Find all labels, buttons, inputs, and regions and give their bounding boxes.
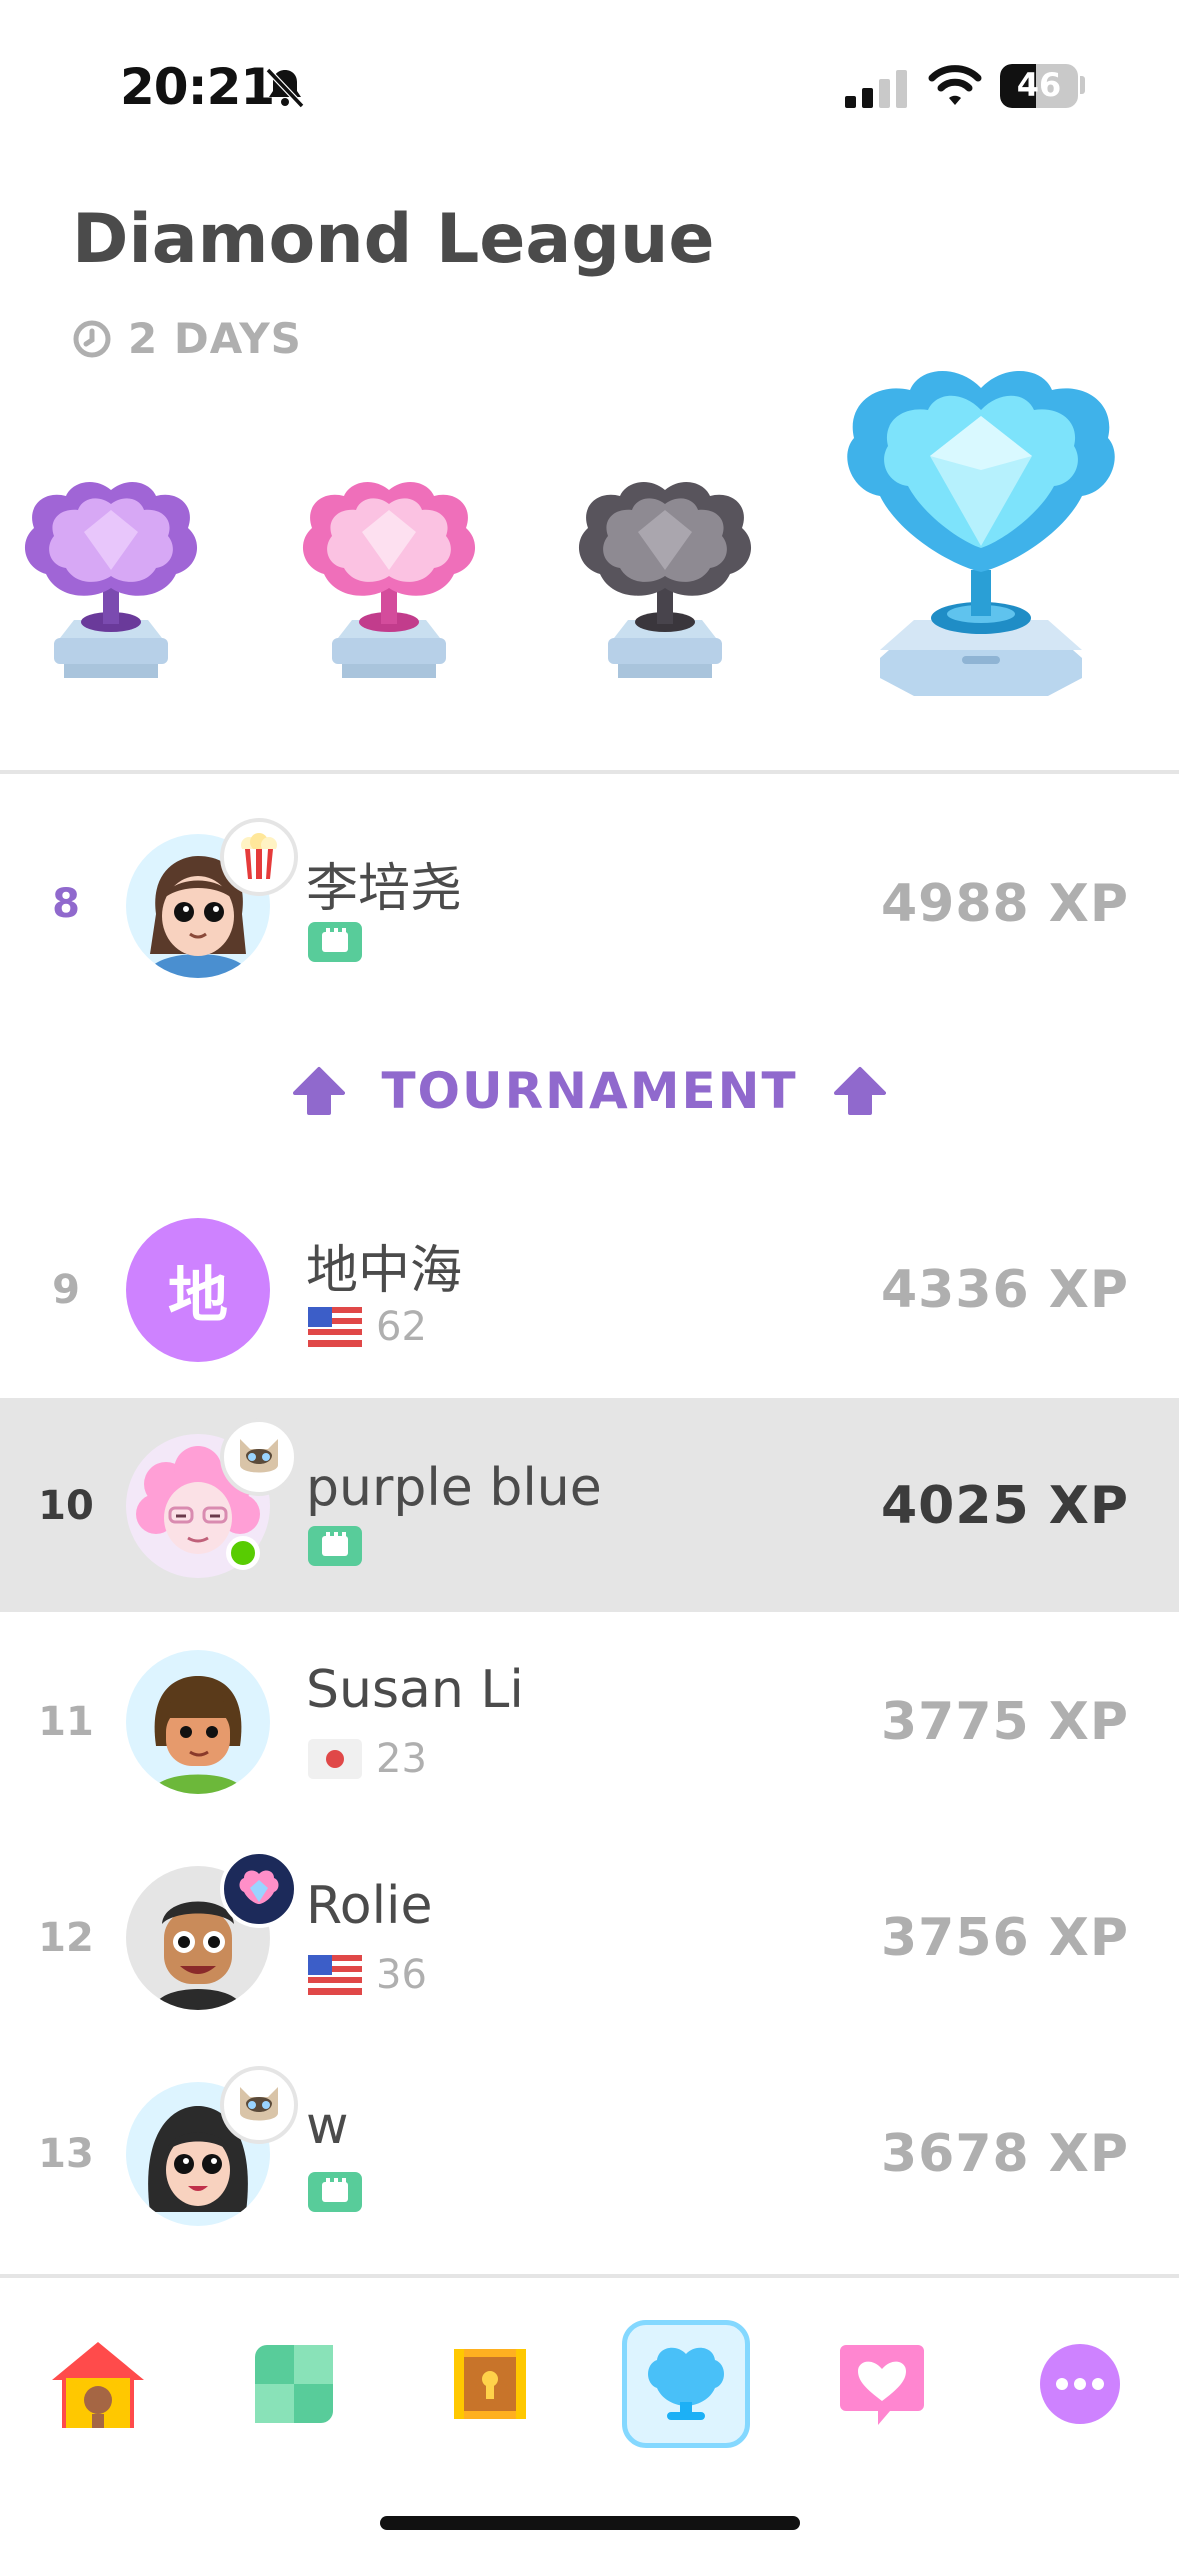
leaderboard-row[interactable]: 9 地 地中海 62 4336 XP xyxy=(0,1182,1179,1396)
bottom-tab-bar xyxy=(0,2274,1179,2556)
xp-value: 3756 XP xyxy=(880,1908,1129,1968)
status-time: 20:21 xyxy=(120,58,275,116)
clock-icon xyxy=(73,320,111,357)
xp-value: 3678 XP xyxy=(880,2124,1129,2184)
mute-bell-icon xyxy=(265,67,305,109)
tab-practice[interactable] xyxy=(230,2320,358,2448)
leaderboard-row[interactable]: 8 李培尧 4988 XP xyxy=(0,796,1179,1010)
tab-shop[interactable] xyxy=(818,2320,946,2448)
more-icon xyxy=(1040,2344,1120,2424)
home-indicator xyxy=(380,2516,800,2530)
arrow-up-icon xyxy=(293,1067,346,1115)
promotion-zone-label: TOURNAMENT xyxy=(0,1062,1179,1120)
popcorn-icon xyxy=(241,833,277,879)
practice-icon xyxy=(255,2345,333,2423)
diamond-trophy-icon[interactable] xyxy=(838,360,1124,706)
timer-text: 2 DAYS xyxy=(128,314,302,363)
xp-value: 4988 XP xyxy=(880,874,1129,934)
leaderboard-row[interactable]: 13 w 3678 XP xyxy=(0,2046,1179,2260)
cat-icon xyxy=(240,1439,278,1473)
cellular-signal-icon xyxy=(845,70,907,108)
header-divider xyxy=(0,770,1179,774)
user-name: 地中海 xyxy=(306,1241,463,1301)
tab-more[interactable] xyxy=(1016,2320,1144,2448)
user-name: Rolie xyxy=(306,1876,433,1936)
league-title: Diamond League xyxy=(72,200,715,279)
cat-badge xyxy=(220,2066,298,2144)
avatar[interactable]: 地 xyxy=(126,1218,270,1362)
user-sub xyxy=(308,2172,362,2212)
user-name: Susan Li xyxy=(306,1660,524,1720)
league-timer: 2 DAYS xyxy=(72,314,302,363)
leaderboards-icon xyxy=(648,2347,724,2420)
battery-level: 46 xyxy=(1016,66,1062,104)
user-sub: 62 xyxy=(308,1304,427,1350)
user-sub xyxy=(308,1526,362,1566)
avatar-illustration xyxy=(152,1676,244,1794)
us-flag-icon xyxy=(308,1955,362,1995)
tab-leaderboards[interactable] xyxy=(622,2320,750,2448)
promotion-zone-text: TOURNAMENT xyxy=(381,1062,798,1120)
battery-indicator: 46 xyxy=(1000,64,1078,108)
rank-number: 10 xyxy=(38,1483,94,1529)
home-icon xyxy=(52,2342,144,2428)
tab-home[interactable] xyxy=(34,2320,162,2448)
user-sub xyxy=(308,922,362,962)
arrow-up-icon xyxy=(833,1067,886,1115)
tab-quests[interactable] xyxy=(426,2320,554,2448)
rank-number: 11 xyxy=(38,1699,94,1745)
user-sub: 23 xyxy=(308,1736,427,1782)
treasure-chest-icon xyxy=(454,2349,526,2419)
pearl-trophy-icon[interactable] xyxy=(292,470,486,700)
diamond-trophy-badge xyxy=(220,1850,298,1928)
user-sub: 36 xyxy=(308,1952,427,1998)
club-icon xyxy=(308,2172,362,2212)
xp-value: 4025 XP xyxy=(880,1476,1129,1536)
wifi-icon xyxy=(928,65,982,105)
shop-heart-icon xyxy=(840,2345,924,2425)
rank-number: 13 xyxy=(38,2131,94,2177)
club-icon xyxy=(308,922,362,962)
cat-badge xyxy=(220,1418,298,1496)
popcorn-badge xyxy=(220,818,298,896)
club-icon xyxy=(308,1526,362,1566)
user-name: purple blue xyxy=(306,1458,602,1518)
amethyst-trophy-icon[interactable] xyxy=(14,470,208,700)
user-streak: 23 xyxy=(376,1736,427,1782)
us-flag-icon xyxy=(308,1307,362,1347)
japan-flag-icon xyxy=(308,1739,362,1779)
obsidian-trophy-icon[interactable] xyxy=(568,470,762,700)
leaderboard-row-current-user[interactable]: 10 purple blue 4025 XP xyxy=(0,1398,1179,1612)
battery-tip xyxy=(1080,76,1085,94)
avatar[interactable] xyxy=(126,1650,270,1794)
avatar-initial: 地 xyxy=(168,1260,228,1331)
user-streak: 62 xyxy=(376,1304,427,1350)
xp-value: 4336 XP xyxy=(880,1260,1129,1320)
online-status-dot xyxy=(226,1536,260,1570)
xp-value: 3775 XP xyxy=(880,1692,1129,1752)
user-name: 李培尧 xyxy=(306,859,463,919)
user-name: w xyxy=(306,2096,349,2156)
leaderboard-row[interactable]: 11 Susan Li 23 3775 XP xyxy=(0,1614,1179,1828)
rank-number: 12 xyxy=(38,1915,94,1961)
leaderboard-row[interactable]: 12 Rolie 36 3756 XP xyxy=(0,1830,1179,2044)
cat-icon xyxy=(240,2087,278,2121)
rank-number: 9 xyxy=(52,1267,80,1313)
trophy-badge-icon xyxy=(239,1870,279,1904)
rank-number: 8 xyxy=(52,881,80,927)
user-streak: 36 xyxy=(376,1952,427,1998)
